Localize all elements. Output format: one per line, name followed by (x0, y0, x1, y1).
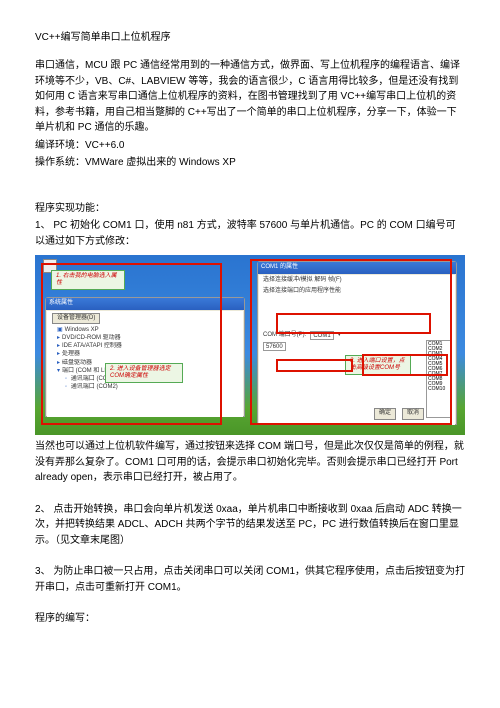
env-value: VC++6.0 (85, 140, 124, 151)
annotation-box-com-list (362, 354, 448, 376)
func-header: 程序实现功能： (35, 201, 465, 217)
os-value: VMWare 虚拟出来的 Windows XP (85, 157, 236, 168)
os-label: 操作系统： (35, 157, 85, 168)
annotation-box-advanced (276, 313, 431, 335)
annotation-box-right (250, 259, 452, 425)
annotation-box-left (41, 263, 222, 425)
after-image-para: 当然也可以通过上位机软件编写，通过按钮来选择 COM 端口号，但是此次仅仅是简单… (35, 439, 465, 486)
func2: 2、 点击开始转换，串口会向单片机发送 0xaa，单片机串口中断接收到 0xaa… (35, 502, 465, 549)
func3: 3、 为防止串口被一只占用，点击关闭串口可以关闭 COM1，供其它程序使用，点击… (35, 564, 465, 595)
doc-title: VC++编写简单串口上位机程序 (35, 30, 465, 46)
screenshot-composite: 1. 右击我的电脑选入属性 系统属性 设备管理器(D) ▣Windows XP … (35, 255, 465, 435)
os-line: 操作系统：VMWare 虚拟出来的 Windows XP (35, 155, 465, 171)
annotation-box-com-select (276, 359, 353, 372)
code-header: 程序的编写： (35, 611, 465, 627)
intro-paragraph: 串口通信，MCU 跟 PC 通信经常用到的一种通信方式，做界面、写上位机程序的编… (35, 58, 465, 136)
func1: 1、 PC 初始化 COM1 口，使用 n81 方式，波特率 57600 与单片… (35, 218, 465, 249)
env-line: 编译环境：VC++6.0 (35, 138, 465, 154)
env-label: 编译环境： (35, 140, 85, 151)
